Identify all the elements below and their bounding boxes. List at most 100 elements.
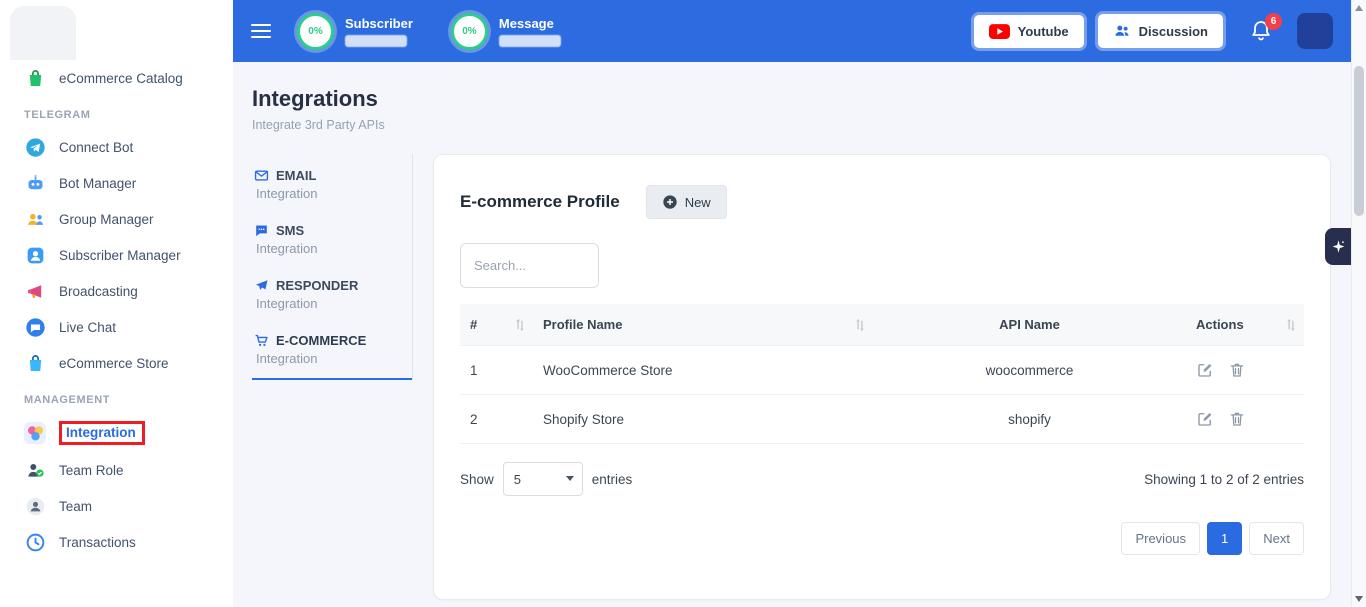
youtube-icon: [989, 24, 1010, 39]
tab-title: E-COMMERCE: [276, 333, 366, 348]
sidebar-item-label: Connect Bot: [59, 140, 133, 155]
sidebar-item-transactions[interactable]: Transactions: [0, 524, 233, 560]
shopping-bag-icon: [24, 67, 46, 89]
subscriber-icon: [24, 244, 46, 266]
row-api-name: shopify: [873, 395, 1186, 444]
sidebar-item-subscriber-manager[interactable]: Subscriber Manager: [0, 237, 233, 273]
chat-icon: [24, 316, 46, 338]
new-profile-button-label: New: [685, 195, 711, 210]
sidebar-item-label: Team: [59, 499, 92, 514]
search-input[interactable]: [460, 243, 599, 288]
edit-button[interactable]: [1196, 410, 1214, 428]
next-page-button[interactable]: Next: [1249, 522, 1304, 555]
tab-subtitle: Integration: [254, 186, 402, 201]
sidebar-item-label: Live Chat: [59, 320, 116, 335]
subscriber-stat-label: Subscriber: [345, 16, 413, 31]
group-icon: [24, 208, 46, 230]
sidebar-item-live-chat[interactable]: Live Chat: [0, 309, 233, 345]
sidebar-item-label-annotated: Integration: [59, 421, 145, 445]
tab-ecommerce-integration[interactable]: E-COMMERCE Integration: [252, 323, 412, 380]
sidebar-item-ecommerce-store[interactable]: eCommerce Store: [0, 345, 233, 381]
tab-subtitle: Integration: [254, 241, 402, 256]
youtube-button[interactable]: Youtube: [974, 15, 1084, 48]
notifications-bell-icon[interactable]: 6: [1249, 19, 1273, 43]
pagination: Previous 1 Next: [460, 522, 1304, 555]
scroll-down-icon[interactable]: [1355, 596, 1363, 602]
clock-icon: [24, 531, 46, 553]
sidebar-item-label: eCommerce Catalog: [59, 71, 183, 86]
row-profile-name: WooCommerce Store: [533, 346, 873, 395]
plus-circle-icon: [662, 194, 678, 210]
discussion-button-label: Discussion: [1139, 24, 1208, 39]
column-header-profile-name[interactable]: Profile Name: [533, 304, 873, 346]
sparkle-icon: [1331, 239, 1346, 254]
edit-icon: [1196, 361, 1214, 379]
column-header-api-name[interactable]: API Name: [873, 304, 1186, 346]
table-row: 2 Shopify Store shopify: [460, 395, 1304, 444]
page-title: Integrations: [252, 86, 1331, 112]
scroll-up-icon[interactable]: [1355, 5, 1363, 11]
sidebar-item-connect-bot[interactable]: Connect Bot: [0, 129, 233, 165]
row-num: 2: [460, 395, 533, 444]
notification-count-badge: 6: [1265, 13, 1282, 30]
message-stat: 0% Message: [451, 13, 561, 50]
envelope-icon: [254, 168, 269, 183]
avatar[interactable]: [1297, 13, 1333, 49]
sidebar-item-label: Group Manager: [59, 212, 154, 227]
assistant-widget-button[interactable]: [1325, 228, 1351, 265]
sidebar-item-broadcasting[interactable]: Broadcasting: [0, 273, 233, 309]
sort-icon: [855, 319, 865, 331]
row-profile-name: Shopify Store: [533, 395, 873, 444]
scrollbar-thumb[interactable]: [1354, 66, 1364, 216]
telegram-icon: [24, 136, 46, 158]
page-size-select[interactable]: 5: [503, 462, 583, 496]
table-header-row: # Profile Name API Name Actions: [460, 304, 1304, 346]
sms-bubble-icon: [254, 223, 269, 238]
tab-title: EMAIL: [276, 168, 316, 183]
subscriber-progress-ring: 0%: [297, 13, 334, 50]
delete-button[interactable]: [1228, 361, 1246, 379]
entries-label: entries: [592, 472, 633, 487]
tab-subtitle: Integration: [254, 296, 402, 311]
masked-value: [345, 35, 407, 47]
discussion-people-icon: [1113, 23, 1131, 39]
youtube-button-label: Youtube: [1018, 24, 1069, 39]
sort-icon: [515, 319, 525, 331]
column-header-num[interactable]: #: [460, 304, 533, 346]
previous-page-button[interactable]: Previous: [1121, 522, 1200, 555]
ecommerce-profile-card: E-commerce Profile New # Profile Name: [433, 154, 1331, 600]
sidebar-item-team[interactable]: Team: [0, 488, 233, 524]
sidebar: eCommerce Catalog TELEGRAM Connect Bot B…: [0, 0, 233, 607]
sidebar-item-team-role[interactable]: Team Role: [0, 452, 233, 488]
integration-subnav: EMAIL Integration SMS Integration RESPON…: [252, 154, 413, 380]
trash-icon: [1228, 410, 1246, 428]
page-subtitle: Integrate 3rd Party APIs: [252, 118, 1331, 132]
sidebar-item-integration[interactable]: Integration: [0, 414, 233, 452]
sidebar-item-group-manager[interactable]: Group Manager: [0, 201, 233, 237]
show-label: Show: [460, 472, 494, 487]
edit-button[interactable]: [1196, 361, 1214, 379]
sidebar-item-label: Team Role: [59, 463, 124, 478]
robot-icon: [24, 172, 46, 194]
store-bag-icon: [24, 352, 46, 374]
hamburger-menu-icon[interactable]: [251, 24, 271, 38]
column-header-actions[interactable]: Actions: [1186, 304, 1304, 346]
profiles-table: # Profile Name API Name Actions: [460, 304, 1304, 444]
trash-icon: [1228, 361, 1246, 379]
discussion-button[interactable]: Discussion: [1098, 14, 1223, 48]
tab-title: RESPONDER: [276, 278, 358, 293]
team-icon: [24, 495, 46, 517]
megaphone-icon: [24, 280, 46, 302]
delete-button[interactable]: [1228, 410, 1246, 428]
new-profile-button[interactable]: New: [646, 185, 727, 219]
sidebar-item-bot-manager[interactable]: Bot Manager: [0, 165, 233, 201]
page-1-button[interactable]: 1: [1207, 522, 1242, 555]
scrollbar[interactable]: [1351, 0, 1366, 607]
sidebar-item-label: Bot Manager: [59, 176, 136, 191]
sidebar-item-ecommerce-catalog[interactable]: eCommerce Catalog: [0, 60, 233, 96]
edit-icon: [1196, 410, 1214, 428]
sidebar-item-label: eCommerce Store: [59, 356, 169, 371]
tab-sms-integration[interactable]: SMS Integration: [252, 213, 412, 268]
tab-email-integration[interactable]: EMAIL Integration: [252, 158, 412, 213]
tab-responder-integration[interactable]: RESPONDER Integration: [252, 268, 412, 323]
